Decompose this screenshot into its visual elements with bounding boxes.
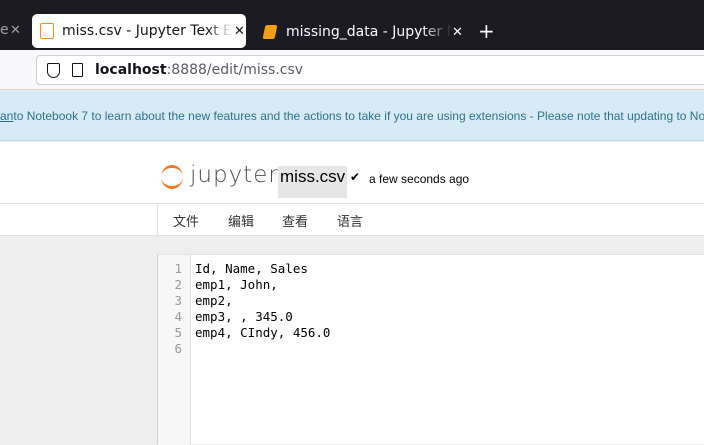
jupyter-logo-icon[interactable] xyxy=(161,165,183,189)
menu-divider xyxy=(157,204,158,236)
notebook7-banner: an to Notebook 7 to learn about the new … xyxy=(0,91,704,141)
line-number: 5 xyxy=(174,325,182,340)
banner-link[interactable]: an xyxy=(0,109,13,123)
line-number: 1 xyxy=(174,261,182,276)
check-icon: ✔ xyxy=(350,170,361,184)
tab-label: missing_data - Jupyter Notebook xyxy=(286,24,452,40)
page-info-icon[interactable] xyxy=(72,63,83,77)
navigation-bar: localhost:8888/edit/miss.csv xyxy=(0,50,704,90)
browser-tab-bar: e ✕ miss.csv - Jupyter Text Editor ✕ mis… xyxy=(0,6,704,50)
notebook-icon xyxy=(262,25,278,39)
file-name[interactable]: miss.csv xyxy=(278,166,348,198)
code-line[interactable]: emp1, John, xyxy=(195,277,278,293)
banner-text: to Notebook 7 to learn about the new fea… xyxy=(13,108,704,123)
new-tab-button[interactable]: + xyxy=(478,20,495,42)
save-status: a few seconds ago xyxy=(369,172,470,186)
close-icon[interactable]: ✕ xyxy=(10,23,21,38)
tab-label: e xyxy=(0,22,8,38)
tab-miss-csv[interactable]: miss.csv - Jupyter Text Editor ✕ xyxy=(32,14,246,48)
url-text[interactable]: localhost:8888/edit/miss.csv xyxy=(95,62,303,78)
text-editor[interactable]: 1 Id, Name, Sales 2 emp1, John, 3 emp2, … xyxy=(157,254,704,445)
url-path: :8888/edit/miss.csv xyxy=(166,62,304,78)
line-number: 3 xyxy=(174,293,182,308)
close-icon[interactable]: ✕ xyxy=(234,24,245,39)
tab-previous-partial[interactable]: e ✕ xyxy=(0,12,30,48)
menu-language[interactable]: 语言 xyxy=(337,211,363,230)
jupyter-logo-text[interactable]: jupyter xyxy=(190,162,279,188)
code-line[interactable]: emp2, xyxy=(195,293,233,309)
menu-edit[interactable]: 编辑 xyxy=(228,211,254,230)
code-line[interactable]: emp3, , 345.0 xyxy=(195,309,293,325)
line-number: 2 xyxy=(174,277,182,292)
url-host: localhost xyxy=(95,62,167,78)
line-number: 6 xyxy=(174,341,182,356)
jupyter-header: jupyter miss.csv ✔ a few seconds ago xyxy=(0,142,704,204)
address-bar[interactable]: localhost:8888/edit/miss.csv xyxy=(36,55,704,85)
close-icon[interactable]: ✕ xyxy=(452,25,463,40)
code-line[interactable]: emp4, CIndy, 456.0 xyxy=(195,325,330,341)
code-line[interactable]: Id, Name, Sales xyxy=(195,261,308,277)
menu-file[interactable]: 文件 xyxy=(173,211,199,230)
menu-bar: 文件 编辑 查看 语言 xyxy=(0,204,704,236)
menu-view[interactable]: 查看 xyxy=(282,211,308,230)
line-number: 4 xyxy=(174,309,182,324)
tab-label: miss.csv - Jupyter Text Editor xyxy=(62,23,232,39)
shield-icon[interactable] xyxy=(47,62,60,78)
page-icon xyxy=(40,23,54,39)
tab-missing-data[interactable]: missing_data - Jupyter Notebook ✕ xyxy=(256,14,466,50)
